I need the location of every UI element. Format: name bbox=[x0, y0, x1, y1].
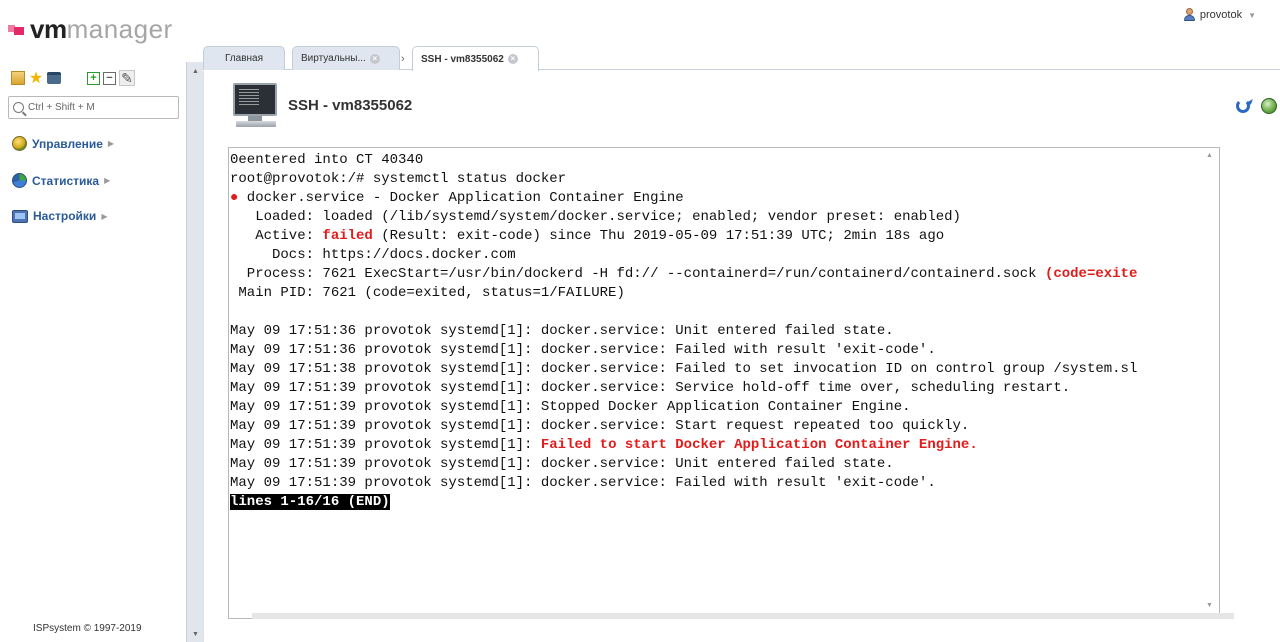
scroll-up-icon[interactable]: ▲ bbox=[192, 68, 199, 75]
sidebar: ★ + − ✎ Управление ▶ Статистика ▶ Настро… bbox=[0, 62, 186, 642]
terminal-text-segment: Process: 7621 ExecStart=/usr/bin/dockerd… bbox=[230, 266, 1045, 282]
terminal-text-segment: May 09 17:51:39 provotok systemd[1]: Sto… bbox=[230, 399, 911, 415]
chevron-right-icon: ▶ bbox=[104, 176, 111, 185]
chevron-right-icon: › bbox=[401, 53, 405, 65]
terminal-text-segment: Main PID: 7621 (code=exited, status=1/FA… bbox=[230, 285, 625, 301]
management-icon bbox=[12, 136, 27, 151]
user-icon bbox=[1183, 8, 1196, 22]
terminal-text-segment: May 09 17:51:36 provotok systemd[1]: doc… bbox=[230, 342, 936, 358]
username-label: provotok bbox=[1199, 9, 1243, 21]
sidebar-item-label: Управление bbox=[32, 136, 103, 151]
terminal-line: ● docker.service - Docker Application Co… bbox=[230, 189, 1137, 208]
sidebar-scrollbar[interactable]: ▲ ▼ bbox=[186, 62, 203, 642]
terminal-text-segment: docker.service - Docker Application Cont… bbox=[238, 190, 684, 206]
refresh-icon[interactable] bbox=[1236, 99, 1250, 113]
terminal-text-segment: Docs: https://docs.docker.com bbox=[230, 247, 516, 263]
terminal-monitor-icon bbox=[232, 82, 280, 130]
tab-label: Виртуальны... bbox=[301, 53, 366, 64]
terminal-text-segment: May 09 17:51:39 provotok systemd[1]: doc… bbox=[230, 380, 1071, 396]
terminal-text-segment: May 09 17:51:39 provotok systemd[1]: doc… bbox=[230, 418, 970, 434]
sidebar-item-settings[interactable]: Настройки ▶ bbox=[12, 209, 107, 223]
terminal-line: May 09 17:51:39 provotok systemd[1]: doc… bbox=[230, 379, 1137, 398]
terminal-line: Active: failed (Result: exit-code) since… bbox=[230, 227, 1137, 246]
chevron-right-icon: ▶ bbox=[107, 139, 115, 148]
search-icon bbox=[13, 102, 24, 113]
terminal-text-segment: failed bbox=[322, 228, 373, 244]
chevron-right-icon: ▶ bbox=[101, 211, 108, 221]
terminal-text-segment: May 09 17:51:38 provotok systemd[1]: doc… bbox=[230, 361, 1138, 377]
settings-icon bbox=[12, 209, 28, 223]
terminal-line: Loaded: loaded (/lib/systemd/system/dock… bbox=[230, 208, 1137, 227]
pager-status: lines 1-16/16 (END) bbox=[230, 494, 390, 510]
page-title: SSH - vm8355062 bbox=[288, 97, 413, 114]
terminal-output: 0eentered into CT 40340 root@provotok:/# … bbox=[230, 151, 1137, 512]
terminal-text-segment: May 09 17:51:36 provotok systemd[1]: doc… bbox=[230, 323, 894, 339]
tab-label: Главная bbox=[224, 53, 264, 64]
scroll-down-icon[interactable]: ▼ bbox=[1206, 602, 1213, 609]
tab-home[interactable]: Главная bbox=[203, 46, 285, 70]
terminal-text-segment: (Result: exit-code) since Thu 2019-05-09… bbox=[372, 228, 945, 244]
pin-icon[interactable]: ✎ bbox=[119, 70, 135, 86]
sidebar-item-statistics[interactable]: Статистика ▶ bbox=[12, 173, 110, 188]
expand-all-icon[interactable]: + bbox=[87, 71, 100, 85]
chevron-down-icon: ▼ bbox=[1248, 10, 1256, 20]
terminal-line: Docs: https://docs.docker.com bbox=[230, 246, 1137, 265]
logo-text-manager: manager bbox=[66, 14, 173, 44]
terminal-horizontal-scrollbar[interactable] bbox=[252, 613, 1234, 619]
terminal-vertical-scrollbar[interactable]: ▲ ▼ bbox=[1200, 147, 1219, 613]
terminal-line: May 09 17:51:36 provotok systemd[1]: doc… bbox=[230, 341, 1137, 360]
logo-text-vm: vm bbox=[30, 14, 67, 44]
scroll-up-icon[interactable]: ▲ bbox=[1206, 152, 1213, 159]
copyright-text: ISPsystem © 1997-2019 bbox=[33, 623, 142, 634]
terminal-text-segment: 0eentered into CT 40340 bbox=[230, 152, 424, 168]
terminal-line: May 09 17:51:38 provotok systemd[1]: doc… bbox=[230, 360, 1137, 379]
favorites-star-icon[interactable]: ★ bbox=[28, 70, 44, 87]
sidebar-toolbar: ★ + − ✎ bbox=[11, 70, 135, 87]
terminal-line: 0eentered into CT 40340 bbox=[230, 151, 1137, 170]
terminal-line: May 09 17:51:39 provotok systemd[1]: doc… bbox=[230, 417, 1137, 436]
terminal-text-segment: Loaded: loaded (/lib/systemd/system/dock… bbox=[230, 209, 961, 225]
tab-label: SSH - vm8355062 bbox=[421, 53, 504, 65]
menu-search-field[interactable] bbox=[8, 96, 179, 119]
terminal-text-segment: May 09 17:51:39 provotok systemd[1]: doc… bbox=[230, 456, 894, 472]
statistics-icon bbox=[12, 173, 27, 188]
user-menu[interactable]: provotok ▼ bbox=[1183, 8, 1256, 22]
vmmanager-logo[interactable]: vm manager bbox=[8, 14, 173, 44]
logo-mark-icon bbox=[8, 22, 26, 36]
terminal-text-segment: Active: bbox=[230, 228, 323, 244]
network-globe-icon[interactable] bbox=[1261, 98, 1277, 114]
tab-bar: Главная Виртуальны... × › SSH - vm835506… bbox=[203, 44, 1280, 71]
terminal-text-segment: (code=exite bbox=[1044, 266, 1138, 282]
close-tab-icon[interactable]: × bbox=[507, 54, 518, 64]
tab-ssh[interactable]: SSH - vm8355062 × bbox=[412, 46, 539, 71]
collapse-all-icon[interactable]: − bbox=[103, 71, 116, 85]
terminal-line: Main PID: 7621 (code=exited, status=1/FA… bbox=[230, 284, 1137, 303]
sidebar-item-management[interactable]: Управление ▶ bbox=[12, 136, 114, 151]
terminal-line: May 09 17:51:39 provotok systemd[1]: doc… bbox=[230, 474, 1137, 493]
terminal-line: May 09 17:51:39 provotok systemd[1]: doc… bbox=[230, 455, 1137, 474]
terminal-line: May 09 17:51:39 provotok systemd[1]: Fai… bbox=[230, 436, 1137, 455]
terminal-line: Process: 7621 ExecStart=/usr/bin/dockerd… bbox=[230, 265, 1138, 284]
close-tab-icon[interactable]: × bbox=[369, 53, 380, 64]
tab-virtual-machines[interactable]: Виртуальны... × bbox=[292, 46, 400, 70]
ssh-terminal[interactable]: 0eentered into CT 40340 root@provotok:/# … bbox=[228, 147, 1220, 619]
sidebar-item-label: Настройки bbox=[33, 209, 97, 223]
content-divider bbox=[203, 71, 204, 642]
search-input[interactable] bbox=[28, 102, 168, 113]
terminal-line: May 09 17:51:36 provotok systemd[1]: doc… bbox=[230, 322, 1137, 341]
terminal-line: lines 1-16/16 (END) bbox=[230, 493, 1137, 512]
terminal-text-segment: May 09 17:51:39 provotok systemd[1]: doc… bbox=[230, 475, 936, 491]
briefcase-icon[interactable] bbox=[47, 72, 61, 84]
app-window: vmmanager provotok ▼ ★ + − ✎ Управление … bbox=[0, 0, 1280, 642]
terminal-text-segment: Failed to start Docker Application Conta… bbox=[540, 437, 978, 453]
sidebar-item-label: Статистика bbox=[32, 173, 100, 188]
terminal-line: root@provotok:/# systemctl status docker bbox=[230, 170, 1137, 189]
terminal-text-segment: May 09 17:51:39 provotok systemd[1]: bbox=[230, 437, 541, 453]
terminal-text-segment: root@provotok:/# systemctl status docker bbox=[230, 171, 567, 187]
terminal-line: May 09 17:51:39 provotok systemd[1]: Sto… bbox=[230, 398, 1137, 417]
tree-view-icon[interactable] bbox=[11, 71, 25, 85]
scroll-down-icon[interactable]: ▼ bbox=[192, 631, 199, 638]
